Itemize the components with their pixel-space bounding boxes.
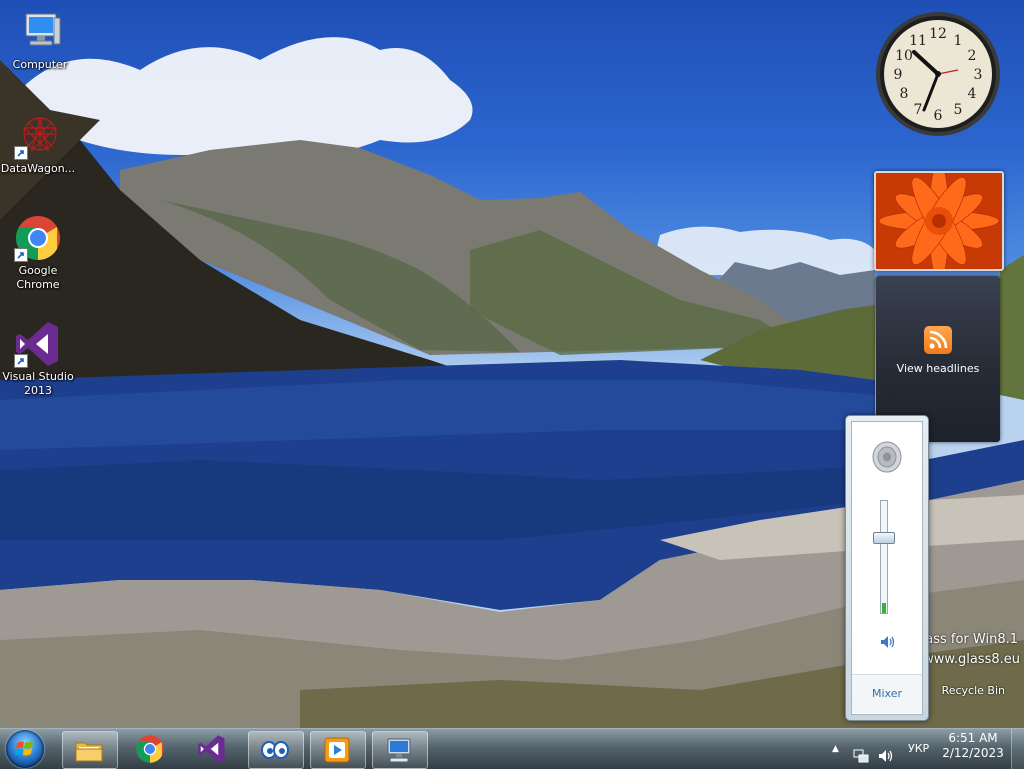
volume-level-fill [882,603,886,613]
eyes-icon [261,741,289,759]
desktop-icon-datawagon[interactable]: DataWagon... [0,112,76,176]
svg-text:9: 9 [894,67,903,83]
taskbar-google-chrome[interactable] [124,731,178,767]
watermark-line-2: www.glass8.eu [923,652,1020,667]
svg-text:8: 8 [900,86,909,102]
media-player-icon [324,737,350,763]
svg-text:12: 12 [929,26,947,42]
view-headlines-link[interactable]: View headlines [876,362,1000,375]
svg-text:10: 10 [895,48,913,64]
volume-tray-icon[interactable] [878,741,894,762]
svg-text:5: 5 [954,102,963,118]
svg-text:3: 3 [974,67,983,83]
rss-icon [924,326,952,354]
shortcut-arrow-icon [14,248,28,262]
taskbar-file-explorer[interactable] [62,731,118,769]
chrome-icon [14,214,62,262]
mixer-link[interactable]: Mixer [852,674,922,713]
watermark-line-1: ass for Win8.1 [925,632,1018,647]
speaker-device-icon[interactable] [870,440,904,474]
language-indicator[interactable]: УКР [908,729,929,769]
chrome-icon [136,735,164,763]
visual-studio-icon [14,320,62,368]
svg-text:2: 2 [968,48,977,64]
show-hidden-icons-arrow[interactable]: ▲ [832,729,839,769]
windows-logo-icon [15,741,33,756]
desktop-icon-label: Google Chrome [16,264,60,291]
shortcut-arrow-icon [14,354,28,368]
volume-slider-thumb[interactable] [873,532,895,544]
visual-studio-icon [198,735,225,763]
shortcut-arrow-icon [14,146,28,160]
start-button[interactable] [6,730,44,768]
svg-text:4: 4 [968,86,977,102]
volume-popup: Mixer [845,415,929,721]
taskbar-eyes-app[interactable] [248,731,304,769]
desktop-icon-label: DataWagon... [0,162,76,175]
mute-speaker-icon[interactable] [880,634,896,648]
flower-photo [876,173,1002,269]
desktop-icon-visual-studio[interactable]: Visual Studio 2013 [0,320,76,398]
show-desktop-button[interactable] [1011,729,1024,769]
computer-icon [16,8,64,56]
desktop-icon-label: Visual Studio 2013 [2,370,74,397]
remote-desktop-icon [387,738,411,763]
volume-panel: Mixer [851,421,923,715]
recycle-bin-label[interactable]: Recycle Bin [942,684,1005,697]
folder-icon [75,742,103,762]
clock-date: 2/12/2023 [942,746,1004,760]
clock-time: 6:51 AM [948,731,998,745]
system-clock[interactable]: 6:51 AM 2/12/2023 [934,731,1012,761]
svg-text:11: 11 [909,33,927,49]
taskbar-visual-studio[interactable] [186,731,240,767]
datawagon-icon [14,112,62,160]
desktop-icon-label: Computer [12,58,68,71]
slideshow-gadget[interactable] [874,171,1004,271]
svg-text:6: 6 [934,108,943,124]
analog-clock-face: 12 1 2 3 4 5 6 7 8 9 10 11 [876,12,1000,136]
taskbar: ▲ УКР 6:51 AM 2/12/2023 [0,728,1024,769]
clock-gadget[interactable]: 12 1 2 3 4 5 6 7 8 9 10 11 [874,10,1002,138]
desktop-icon-computer[interactable]: Computer [2,8,78,72]
network-icon[interactable] [853,741,869,763]
svg-text:7: 7 [914,102,923,118]
svg-text:1: 1 [954,33,963,49]
taskbar-remote-desktop[interactable] [372,731,428,769]
taskbar-media-player[interactable] [310,731,366,769]
desktop-icon-google-chrome[interactable]: Google Chrome [0,214,76,292]
volume-slider[interactable] [873,500,895,614]
